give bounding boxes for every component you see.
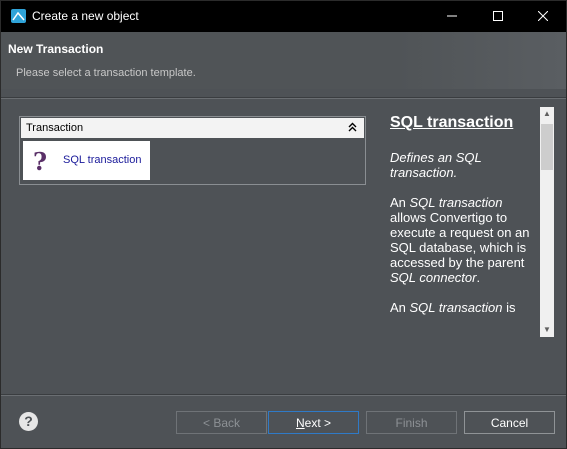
tree-category-header[interactable]: Transaction <box>21 118 364 138</box>
page-title: New Transaction <box>8 42 104 56</box>
window-title: Create a new object <box>32 9 139 23</box>
collapse-icon[interactable] <box>347 121 358 133</box>
tree-category-label: Transaction <box>26 122 84 134</box>
page-subtitle: Please select a transaction template. <box>16 67 196 79</box>
description-para-1: Defines an SQL transaction. <box>390 150 482 180</box>
description-title: SQL transaction <box>390 115 514 131</box>
close-icon <box>537 10 549 22</box>
cancel-button[interactable]: Cancel <box>464 411 555 434</box>
description-para-3: An SQL transaction is <box>390 300 516 315</box>
description-para-2: An SQL transaction allows Convertigo to … <box>390 195 530 285</box>
tree-item-sql-transaction[interactable]: ? SQL transaction <box>23 141 150 180</box>
minimize-icon <box>447 15 457 17</box>
question-mark-icon: ? <box>33 147 48 176</box>
minimize-button[interactable] <box>429 1 475 32</box>
next-button[interactable]: Next > <box>268 411 359 434</box>
finish-button[interactable]: Finish <box>366 411 457 434</box>
tree-item-label: SQL transaction <box>63 154 142 166</box>
maximize-button[interactable] <box>475 1 521 32</box>
scroll-up-icon[interactable]: ▲ <box>540 107 554 121</box>
title-bar[interactable]: Create a new object <box>1 1 566 32</box>
wizard-header: New Transaction Please select a transact… <box>1 32 566 89</box>
description-scrollbar[interactable]: ▲ ▼ <box>540 107 554 337</box>
close-button[interactable] <box>520 1 566 32</box>
description-panel: SQL transaction Defines an SQL transacti… <box>390 115 538 337</box>
scroll-thumb[interactable] <box>541 124 553 170</box>
app-icon <box>11 9 26 23</box>
help-icon[interactable]: ? <box>19 412 38 431</box>
back-button[interactable]: < Back <box>176 411 267 434</box>
maximize-icon <box>493 11 503 21</box>
scroll-down-icon[interactable]: ▼ <box>540 323 554 337</box>
transaction-tree[interactable]: Transaction ? SQL transaction <box>19 116 366 185</box>
dialog-window: Create a new object New Transaction Plea… <box>0 0 567 449</box>
